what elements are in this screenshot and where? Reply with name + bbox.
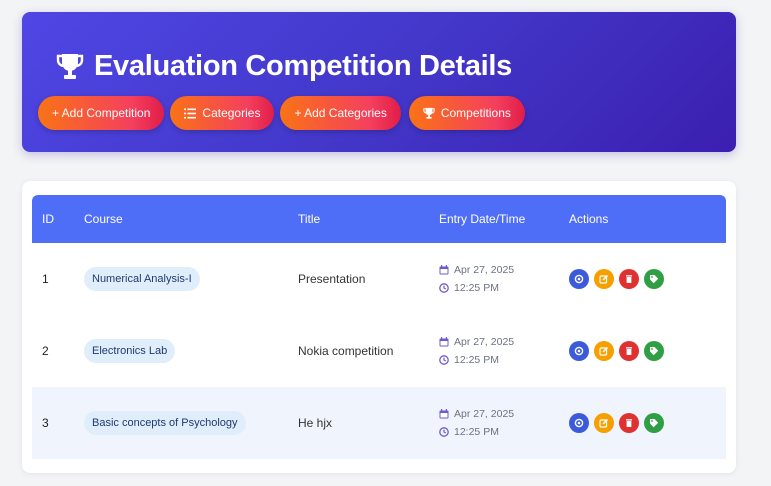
delete-button[interactable] (619, 413, 639, 433)
tag-icon (649, 346, 659, 356)
row-entry-cell: Apr 27, 2025 12:25 PM (439, 315, 514, 387)
view-icon (574, 418, 584, 428)
course-badge: Numerical Analysis-I (84, 267, 200, 291)
edit-icon (599, 274, 609, 284)
row-title: Nokia competition (298, 344, 394, 358)
row-time: 12:25 PM (454, 282, 499, 294)
column-header-id: ID (42, 212, 54, 226)
table-row: 1 Numerical Analysis-I Presentation Apr … (32, 243, 726, 315)
categories-button[interactable]: Categories (170, 96, 275, 130)
row-title: He hjx (298, 416, 333, 430)
edit-icon (599, 418, 609, 428)
row-title-cell: He hjx (298, 387, 332, 459)
tag-icon (649, 274, 659, 284)
table-header: ID Course Title Entry Date/Time Actions (32, 195, 726, 243)
row-course-cell: Electronics Lab (84, 315, 176, 387)
row-date: Apr 27, 2025 (454, 336, 515, 348)
row-id: 1 (42, 272, 49, 286)
page-title: Evaluation Competition Details (56, 50, 512, 83)
column-header-title: Title (298, 212, 321, 226)
row-id: 3 (42, 416, 49, 430)
calendar-icon (439, 265, 449, 275)
edit-button[interactable] (594, 341, 614, 361)
delete-icon (624, 274, 634, 284)
column-header-actions: Actions (569, 212, 609, 226)
row-actions (569, 315, 664, 387)
add-categories-label: + Add Categories (294, 106, 387, 120)
row-id: 2 (42, 344, 49, 358)
tag-button[interactable] (644, 341, 664, 361)
list-icon (184, 108, 197, 119)
row-course-cell: Basic concepts of Psychology (84, 387, 246, 459)
view-icon (574, 346, 584, 356)
row-date: Apr 27, 2025 (454, 264, 515, 276)
edit-icon (599, 346, 609, 356)
row-title: Presentation (298, 272, 366, 286)
edit-button[interactable] (594, 269, 614, 289)
course-badge: Basic concepts of Psychology (84, 411, 246, 435)
add-competition-label: + Add Competition (52, 106, 151, 120)
competitions-button[interactable]: Competitions (408, 96, 525, 130)
clock-icon (439, 283, 449, 293)
row-time: 12:25 PM (454, 354, 499, 366)
tag-icon (649, 418, 659, 428)
add-competition-button[interactable]: + Add Competition (38, 96, 165, 130)
add-categories-button[interactable]: + Add Categories (280, 96, 401, 130)
delete-icon (624, 346, 634, 356)
categories-label: Categories (202, 106, 261, 120)
view-button[interactable] (569, 269, 589, 289)
delete-button[interactable] (619, 341, 639, 361)
row-date: Apr 27, 2025 (454, 408, 515, 420)
competitions-label: Competitions (440, 106, 511, 120)
clock-icon (439, 355, 449, 365)
page: Evaluation Competition Details + Add Com… (0, 0, 771, 486)
row-title-cell: Presentation (298, 243, 365, 315)
course-badge: Electronics Lab (84, 339, 176, 363)
tag-button[interactable] (644, 413, 664, 433)
header-button-row: + Add Competition Categories + Add Categ… (38, 96, 525, 130)
row-entry-cell: Apr 27, 2025 12:25 PM (439, 387, 514, 459)
view-button[interactable] (569, 413, 589, 433)
calendar-icon (439, 409, 449, 419)
table-row: 3 Basic concepts of Psychology He hjx Ap… (32, 387, 726, 459)
delete-button[interactable] (619, 269, 639, 289)
competition-table-card: ID Course Title Entry Date/Time Actions … (22, 181, 736, 473)
header-card: Evaluation Competition Details + Add Com… (22, 12, 736, 152)
row-time: 12:25 PM (454, 426, 499, 438)
row-actions (569, 387, 664, 459)
row-entry-cell: Apr 27, 2025 12:25 PM (439, 243, 514, 315)
view-button[interactable] (569, 341, 589, 361)
row-actions (569, 243, 664, 315)
edit-button[interactable] (594, 413, 614, 433)
page-title-text: Evaluation Competition Details (94, 50, 512, 82)
trophy-icon (56, 52, 84, 82)
calendar-icon (439, 337, 449, 347)
tag-button[interactable] (644, 269, 664, 289)
row-course-cell: Numerical Analysis-I (84, 243, 200, 315)
delete-icon (624, 418, 634, 428)
column-header-course: Course (84, 212, 123, 226)
row-title-cell: Nokia competition (298, 315, 393, 387)
column-header-entry-date: Entry Date/Time (439, 212, 526, 226)
view-icon (574, 274, 584, 284)
table-row: 2 Electronics Lab Nokia competition Apr … (32, 315, 726, 387)
clock-icon (439, 427, 449, 437)
trophy-icon (423, 107, 435, 120)
